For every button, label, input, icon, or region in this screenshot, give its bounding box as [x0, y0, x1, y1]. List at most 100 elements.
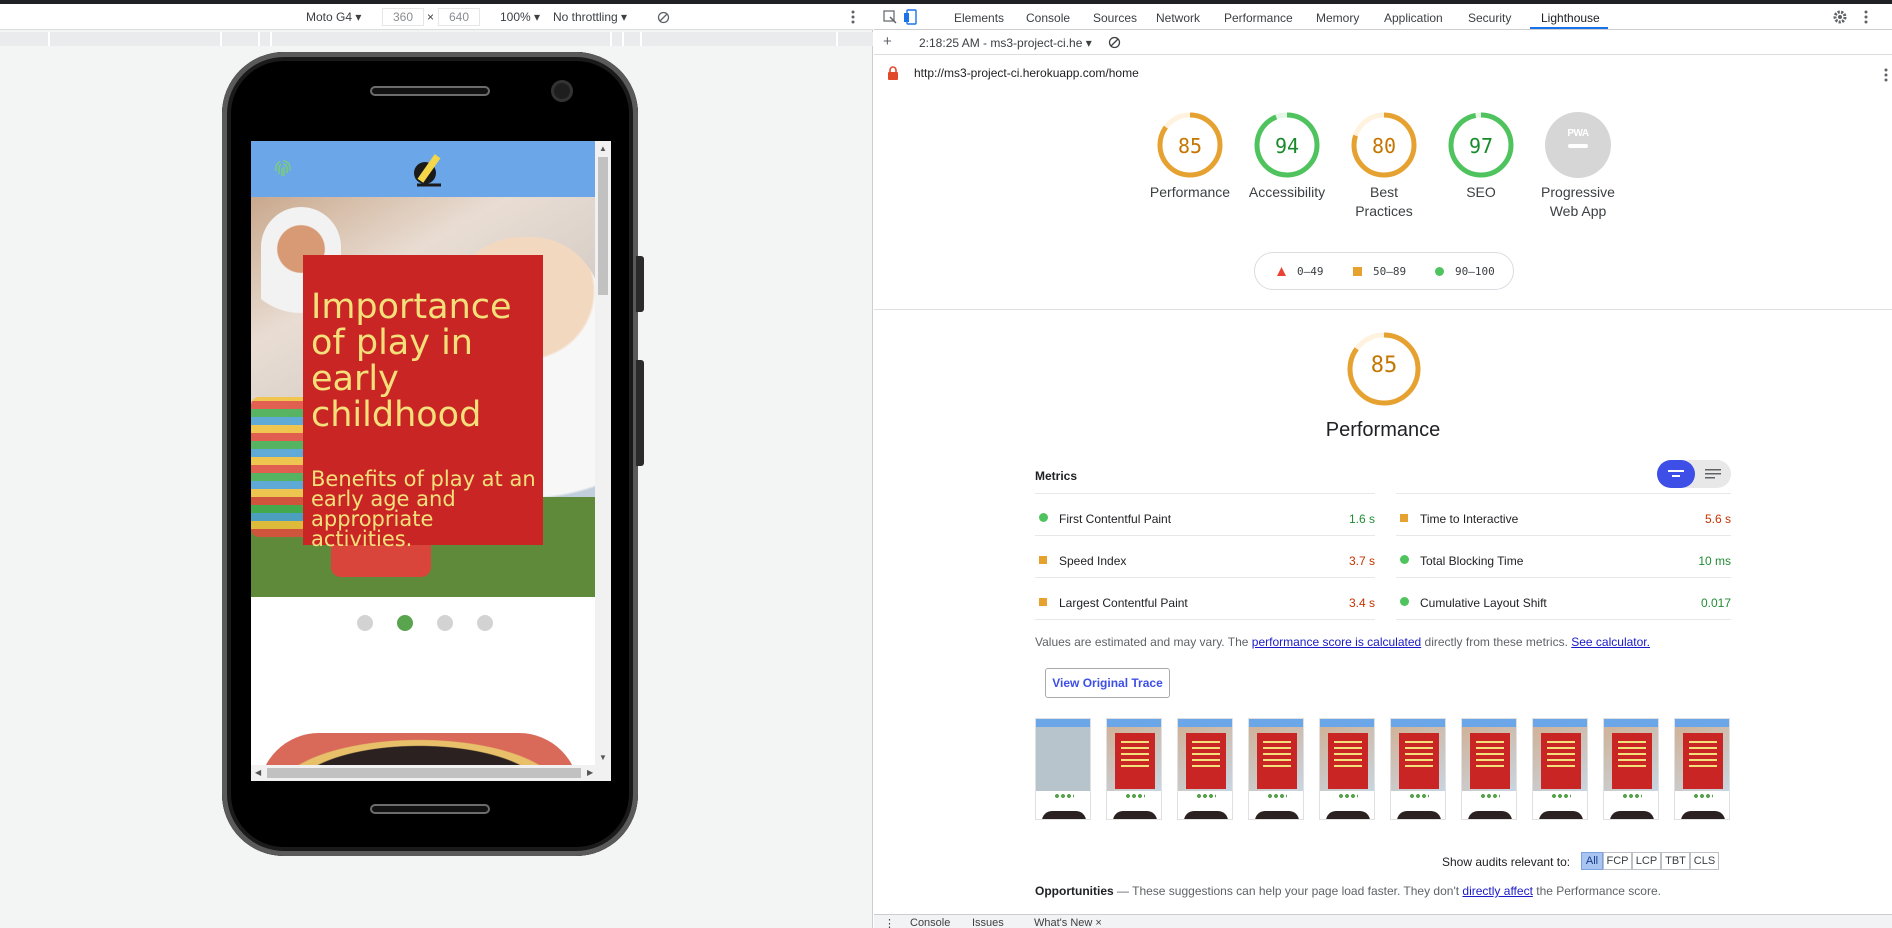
metrics-view-toggle[interactable] [1657, 460, 1731, 488]
metric-separator [1035, 577, 1375, 578]
filter-tbt[interactable]: TBT [1661, 852, 1690, 870]
metric-separator [1396, 619, 1731, 620]
metric-tbt: Total Blocking Time 10 ms [1396, 540, 1731, 582]
device-toolbar: Moto G4 ▾ 360 × 640 100% ▾ No throttling… [0, 4, 873, 30]
pass-circle-icon [1400, 597, 1409, 606]
devtools-tabbar: Elements Console Sources Network Perform… [874, 4, 1892, 30]
media-query-ruler[interactable] [0, 32, 873, 46]
report-menu-icon[interactable] [1884, 68, 1888, 82]
compact-view-icon [1668, 470, 1684, 477]
tab-lighthouse[interactable]: Lighthouse [1541, 11, 1600, 25]
lighthouse-icon [888, 66, 898, 80]
clear-reports-icon[interactable] [1108, 36, 1121, 49]
metric-separator [1035, 493, 1375, 494]
filter-lcp[interactable]: LCP [1632, 852, 1661, 870]
scroll-down-icon[interactable]: ▼ [599, 753, 607, 762]
metrics-note: Values are estimated and may vary. The p… [1035, 635, 1650, 649]
drawer-tab-whats-new[interactable]: What's New × [1034, 917, 1102, 928]
height-input[interactable]: 640 [438, 8, 480, 26]
hero-photo-abacus [251, 397, 311, 537]
legend-range-average: 50–89 [1373, 265, 1407, 278]
performance-score: 85 [1370, 353, 1398, 378]
filter-fcp[interactable]: FCP [1603, 852, 1632, 870]
filter-cls[interactable]: CLS [1690, 852, 1719, 870]
filmstrip-frame [1603, 718, 1659, 820]
hero-title: Importance of play in early childhood [311, 287, 512, 435]
metric-cls: Cumulative Layout Shift 0.017 [1396, 582, 1731, 624]
width-input[interactable]: 360 [382, 8, 424, 26]
devtools-panel: Elements Console Sources Network Perform… [874, 4, 1892, 928]
site-logo-icon[interactable] [411, 149, 445, 191]
report-url[interactable]: http://ms3-project-ci.herokuapp.com/home [914, 66, 1139, 80]
audit-filter-label: Show audits relevant to: [1442, 855, 1571, 869]
filmstrip-frame [1177, 718, 1233, 820]
throttling-select[interactable]: No throttling ▾ [553, 10, 627, 24]
tab-memory[interactable]: Memory [1316, 11, 1359, 25]
average-square-icon [1039, 556, 1047, 564]
phone-home-speaker [370, 804, 490, 814]
vertical-scrollbar[interactable]: ▲ ▼ [595, 141, 611, 765]
device-toggle-icon[interactable] [904, 9, 918, 25]
carousel-dot[interactable] [357, 615, 373, 631]
expanded-view-icon[interactable] [1705, 469, 1721, 479]
score-calculated-link[interactable]: performance score is calculated [1252, 635, 1421, 649]
metric-separator [1396, 577, 1731, 578]
devtools-drawer: ⋮ Console Issues What's New × [874, 914, 1892, 928]
pass-circle-icon [1435, 267, 1444, 276]
scroll-up-icon[interactable]: ▲ [599, 144, 607, 153]
zoom-select[interactable]: 100% ▾ [500, 10, 540, 24]
tab-application[interactable]: Application [1384, 11, 1443, 25]
see-calculator-link[interactable]: See calculator. [1571, 635, 1650, 649]
gauge-pwa[interactable]: PWA Progressive Web App [1518, 112, 1638, 221]
horizontal-scrollbar[interactable]: ◀ ▶ [251, 765, 611, 781]
filmstrip-frame [1106, 718, 1162, 820]
scroll-right-icon[interactable]: ▶ [587, 768, 593, 777]
tab-sources[interactable]: Sources [1093, 11, 1137, 25]
more-options-icon[interactable] [851, 10, 855, 24]
tab-elements[interactable]: Elements [954, 11, 1004, 25]
report-select[interactable]: 2:18:25 AM - ms3-project-ci.he ▾ [919, 36, 1092, 50]
tab-console[interactable]: Console [1026, 11, 1070, 25]
device-emulation-pane: Moto G4 ▾ 360 × 640 100% ▾ No throttling… [0, 4, 873, 928]
devtools-menu-icon[interactable] [1864, 10, 1868, 24]
filmstrip-frame [1390, 718, 1446, 820]
phone-volume-button [636, 256, 644, 312]
view-original-trace-button[interactable]: View Original Trace [1045, 668, 1170, 698]
filter-all[interactable]: All [1581, 852, 1603, 870]
scroll-left-icon[interactable]: ◀ [255, 768, 261, 777]
hero-subtitle: Benefits of play at an early age and app… [311, 467, 536, 551]
metric-separator [1396, 493, 1731, 494]
carousel-dot[interactable] [437, 615, 453, 631]
hero-carousel[interactable]: Importance of play in early childhood Be… [251, 197, 595, 597]
times-sign: × [427, 10, 435, 24]
tab-performance[interactable]: Performance [1224, 11, 1293, 25]
compact-view-button[interactable] [1657, 460, 1695, 488]
scrollbar-thumb[interactable] [598, 157, 608, 295]
drawer-tab-console[interactable]: Console [910, 917, 950, 928]
inspect-element-icon[interactable] [883, 10, 897, 24]
fingerprint-icon[interactable] [273, 158, 293, 180]
filmstrip-frame [1248, 718, 1304, 820]
gauge-label: Best Practices [1355, 184, 1413, 219]
carousel-dot[interactable] [477, 615, 493, 631]
site-navbar [251, 141, 595, 197]
device-select[interactable]: Moto G4 ▾ [306, 10, 361, 24]
settings-gear-icon[interactable] [1832, 9, 1848, 25]
drawer-menu-icon[interactable]: ⋮ [884, 917, 895, 928]
rotate-icon[interactable] [657, 11, 670, 24]
score-scale-legend: 0–49 50–89 90–100 [1254, 252, 1514, 290]
metric-fcp: First Contentful Paint 1.6 s [1035, 498, 1375, 540]
report-url-bar: http://ms3-project-ci.herokuapp.com/home [874, 56, 1892, 96]
drawer-tab-issues[interactable]: Issues [972, 917, 1004, 928]
directly-affect-link[interactable]: directly affect [1462, 884, 1532, 898]
new-report-icon[interactable]: + [883, 33, 892, 50]
metric-separator [1396, 535, 1731, 536]
average-square-icon [1400, 514, 1408, 522]
section-divider [874, 309, 1892, 310]
scrollbar-thumb[interactable] [267, 768, 581, 778]
tab-network[interactable]: Network [1156, 11, 1200, 25]
metric-separator [1035, 535, 1375, 536]
tab-security[interactable]: Security [1468, 11, 1511, 25]
carousel-dot-active[interactable] [397, 615, 413, 631]
filmstrip-frame [1532, 718, 1588, 820]
